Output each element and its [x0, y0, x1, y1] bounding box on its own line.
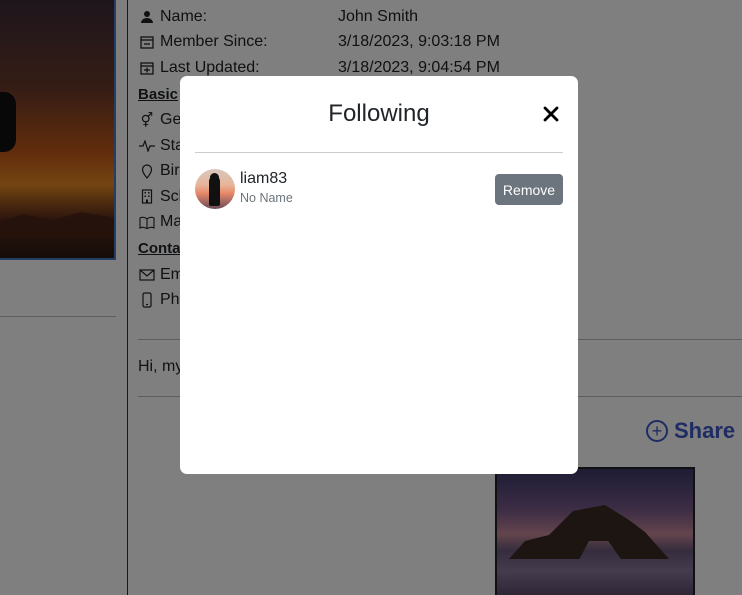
following-modal: Following liam83 No Name Remove [180, 76, 578, 474]
following-username[interactable]: liam83 [240, 170, 287, 188]
avatar[interactable] [195, 169, 235, 209]
close-icon [543, 106, 559, 122]
remove-button[interactable]: Remove [495, 174, 563, 205]
modal-title: Following [328, 100, 430, 127]
following-fullname: No Name [240, 191, 293, 205]
following-list-item: liam83 No Name Remove [195, 169, 563, 211]
modal-header: Following [195, 76, 563, 153]
close-button[interactable] [541, 104, 561, 124]
